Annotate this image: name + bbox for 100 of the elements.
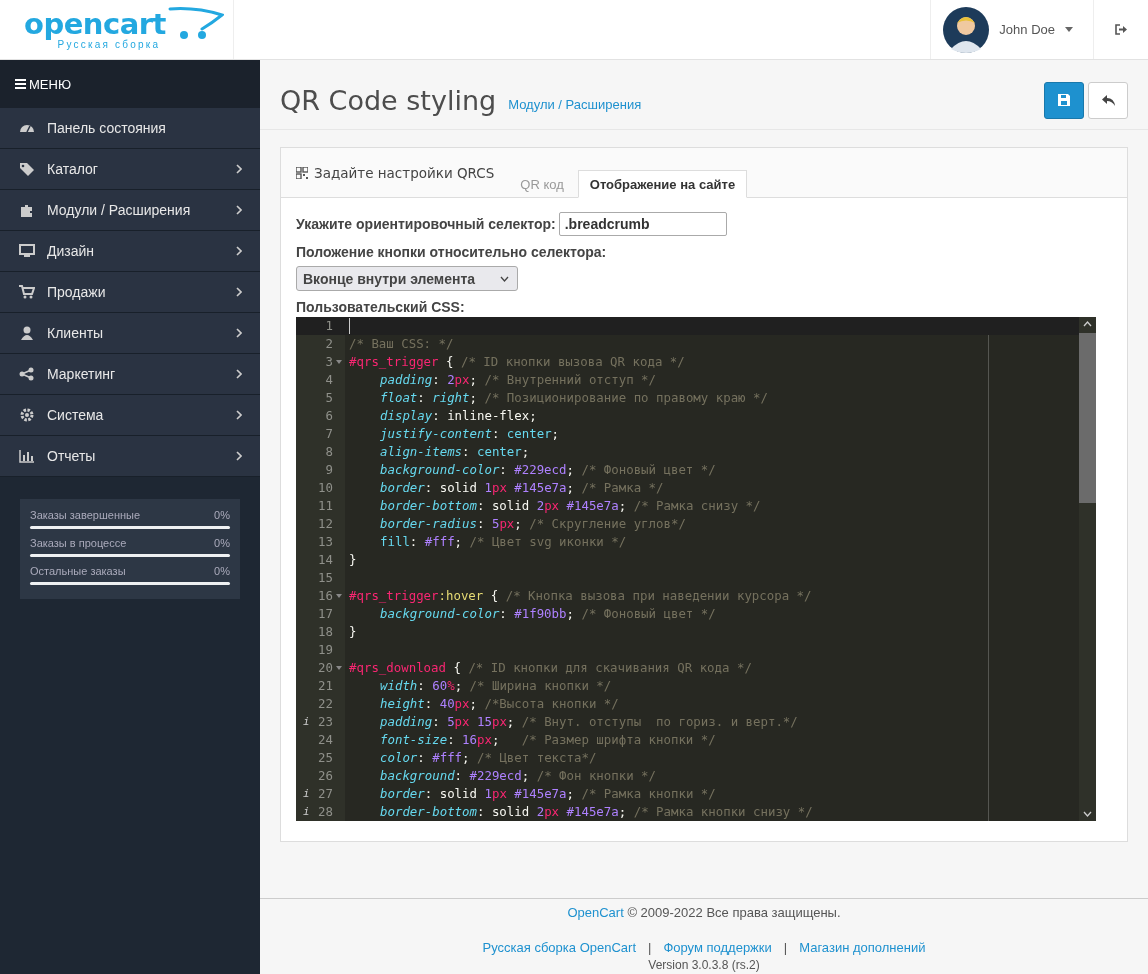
logo-wordmark: opencart bbox=[24, 9, 166, 39]
line-number: 19 bbox=[318, 641, 333, 659]
line-number: 12 bbox=[318, 515, 333, 533]
tag-icon bbox=[19, 162, 35, 176]
code-line: width: 60%; /* Ширина кнопки */ bbox=[379, 677, 612, 695]
save-button[interactable] bbox=[1044, 81, 1084, 119]
code-line: padding: 5px 15px; /* Внут. отступы по гориз. и верт.*/ bbox=[379, 713, 798, 731]
user-menu[interactable]: John Doe bbox=[930, 0, 1093, 59]
user-icon bbox=[19, 326, 35, 340]
menu-header[interactable]: МЕНЮ bbox=[0, 60, 260, 108]
code-line: border-bottom: solid 2px #145e7a; /* Рамка кнопки снизу */ bbox=[379, 803, 813, 821]
sidebar-item[interactable]: Система bbox=[0, 395, 260, 436]
line-number: 18 bbox=[318, 623, 333, 641]
sidebar-item[interactable]: Панель состояния bbox=[0, 108, 260, 149]
text-cursor bbox=[349, 318, 350, 334]
scrollbar[interactable] bbox=[1079, 317, 1096, 821]
line-number: 16 bbox=[318, 587, 333, 605]
code-line: background-color: #229ecd; /* Фоновый цвет */ bbox=[379, 461, 716, 479]
share-icon bbox=[19, 367, 35, 381]
line-number: 1 bbox=[325, 317, 333, 335]
line-number: 9 bbox=[325, 461, 333, 479]
code-line: float: right; /* Позиционирование по правому краю */ bbox=[379, 389, 768, 407]
line-number: 22 bbox=[318, 695, 333, 713]
panel-title: Задайте настройки QRCS bbox=[314, 165, 495, 181]
sidebar-item[interactable]: Маркетинг bbox=[0, 354, 260, 395]
caret-icon bbox=[1065, 27, 1073, 32]
code-line: display: inline-flex; bbox=[379, 407, 537, 425]
qr-code-icon bbox=[296, 167, 308, 179]
sidebar-item[interactable]: Клиенты bbox=[0, 313, 260, 354]
line-number: 3 bbox=[325, 353, 333, 371]
sidebar-item[interactable]: Продажи bbox=[0, 272, 260, 313]
line-number: 28 bbox=[318, 803, 333, 821]
code-line: height: 40px; /*Высота кнопки */ bbox=[379, 695, 619, 713]
field-label: Положение кнопки относительно селектора: bbox=[296, 244, 608, 260]
line-number: 8 bbox=[325, 443, 333, 461]
line-number: 17 bbox=[318, 605, 333, 623]
menu-icon bbox=[15, 79, 26, 89]
logo-subtitle: Русская сборка bbox=[57, 39, 161, 50]
code-line: justify-content: center; bbox=[379, 425, 560, 443]
code-line: border: solid 1px #145e7a; /* Рамка */ bbox=[379, 479, 664, 497]
fold-arrow-icon[interactable] bbox=[336, 360, 342, 364]
code-line: /* Ваш CSS: */ bbox=[349, 335, 454, 353]
logout-icon[interactable] bbox=[1115, 24, 1127, 35]
sidebar-item[interactable]: Модули / Расширения bbox=[0, 190, 260, 231]
stat-label: Заказы завершенные bbox=[30, 509, 141, 521]
stat-value: 0% bbox=[214, 537, 230, 549]
line-number: 4 bbox=[325, 371, 333, 389]
code-line: border: solid 1px #145e7a; /* Рамка кнопки */ bbox=[379, 785, 716, 803]
code-line: border-radius: 5px; /* Скругление углов*/ bbox=[379, 515, 686, 533]
fold-arrow-icon[interactable] bbox=[336, 594, 342, 598]
stat-value: 0% bbox=[214, 565, 230, 577]
scroll-up-icon[interactable] bbox=[1083, 321, 1092, 327]
info-marker: i bbox=[303, 804, 310, 820]
line-number: 13 bbox=[318, 533, 333, 551]
line-number: 23 bbox=[318, 713, 333, 731]
fold-arrow-icon[interactable] bbox=[336, 666, 342, 670]
code-line: align-items: center; bbox=[379, 443, 530, 461]
copyright-text: OpenCart © 2009-2022 Все права защищены. bbox=[566, 905, 842, 920]
code-line: font-size: 16px; /* Размер шрифта кнопки */ bbox=[379, 731, 716, 749]
scroll-down-icon[interactable] bbox=[1083, 811, 1092, 817]
gear-icon bbox=[19, 408, 35, 422]
page-title: QR Code styling bbox=[280, 84, 497, 116]
code-line: #qrs_trigger { /* ID кнопки вызова QR кода */ bbox=[349, 353, 685, 371]
line-number: 27 bbox=[318, 785, 333, 803]
code-line: #qrs_trigger:hover { /* Кнопка вызова при наведении курсора */ bbox=[349, 587, 812, 605]
code-line: color: #fff; /* Цвет текста*/ bbox=[379, 749, 597, 767]
line-number: 2 bbox=[325, 335, 333, 353]
sidebar-item[interactable]: Каталог bbox=[0, 149, 260, 190]
code-line: background: #229ecd; /* Фон кнопки */ bbox=[379, 767, 657, 785]
cart-icon bbox=[19, 285, 35, 299]
line-number: 6 bbox=[325, 407, 333, 425]
tab[interactable]: Отображение на сайте bbox=[577, 170, 748, 198]
code-editor[interactable] bbox=[296, 317, 1096, 821]
sidebar-item[interactable]: Дизайн bbox=[0, 231, 260, 272]
back-button[interactable] bbox=[1088, 81, 1128, 119]
code-line: background-color: #1f90bb; /* Фоновый цвет */ bbox=[379, 605, 716, 623]
link-separator: | bbox=[648, 940, 652, 955]
position-dropdown[interactable]: Вконце внутри элемента bbox=[296, 266, 518, 291]
info-marker: i bbox=[303, 714, 310, 730]
field-label: Укажите ориентировочный селектор: bbox=[296, 216, 556, 232]
sidebar-item[interactable]: Отчеты bbox=[0, 436, 260, 477]
stat-label: Остальные заказы bbox=[30, 565, 126, 577]
code-line: fill: #fff; /* Цвет svg иконки */ bbox=[379, 533, 627, 551]
line-number: 14 bbox=[318, 551, 333, 569]
reply-icon bbox=[1101, 94, 1115, 106]
code-line: } bbox=[349, 551, 357, 569]
puzzle-icon bbox=[19, 203, 35, 217]
save-icon bbox=[1058, 94, 1070, 106]
chevron-down-icon bbox=[500, 275, 509, 282]
stat-value: 0% bbox=[214, 509, 230, 521]
line-number: 10 bbox=[318, 479, 333, 497]
line-number: 5 bbox=[325, 389, 333, 407]
monitor-icon bbox=[19, 244, 35, 258]
selector-field[interactable]: .breadcrumb bbox=[558, 212, 727, 236]
version-text: Version 3.0.3.8 (rs.2) bbox=[647, 959, 761, 971]
line-number: 26 bbox=[318, 767, 333, 785]
line-number: 21 bbox=[318, 677, 333, 695]
code-line: #qrs_download { /* ID кнопки для скачивания QR кода */ bbox=[349, 659, 752, 677]
bar-chart-icon bbox=[19, 449, 35, 463]
line-number: 24 bbox=[318, 731, 333, 749]
